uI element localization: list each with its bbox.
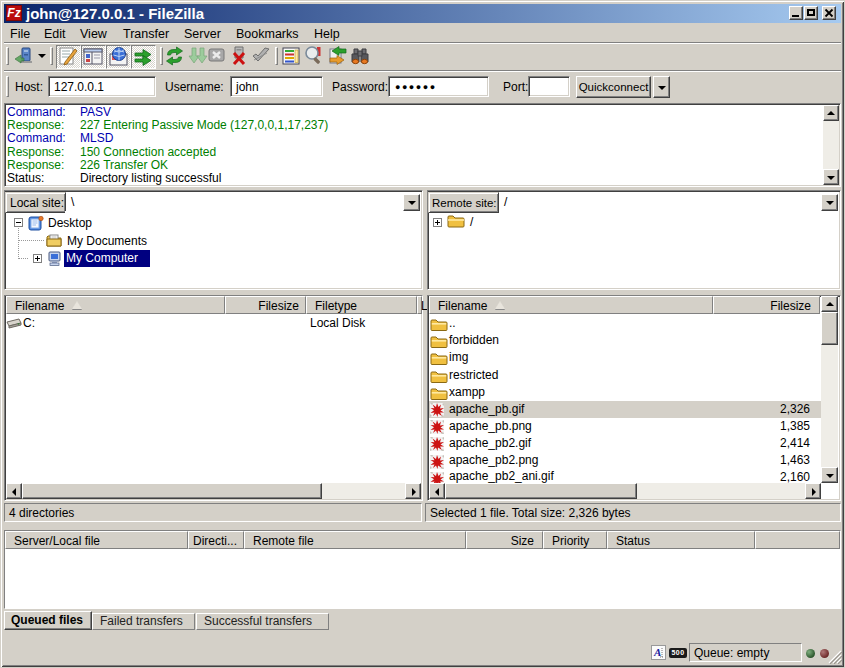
svg-text:A: A — [653, 646, 661, 658]
